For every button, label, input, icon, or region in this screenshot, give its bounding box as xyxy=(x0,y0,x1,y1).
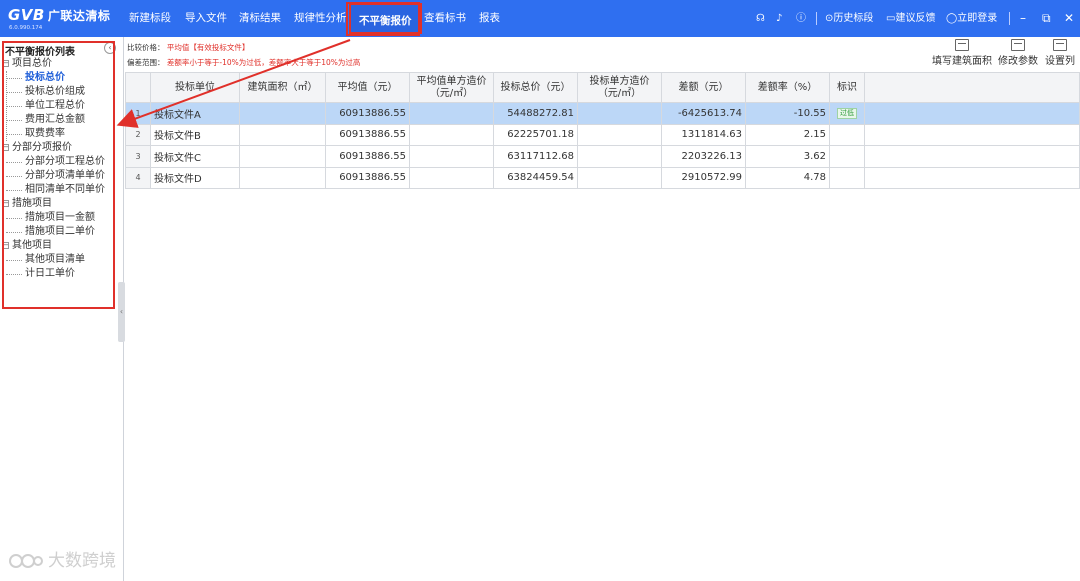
range-value: 差额率小于等于-10%为过低，差额率大于等于10%为过高 xyxy=(166,58,361,67)
bid-table: 投标单位 建筑面积（㎡） 平均值（元） 平均值单方造价（元/㎡） 投标总价（元）… xyxy=(125,72,1080,189)
logo-cn: 广联达清标 xyxy=(47,9,111,23)
main-panel: 比较价格： 平均值【有效投标文件】 偏差范围： 差额率小于等于-10%为过低，差… xyxy=(125,37,1080,581)
table-header-row: 投标单位 建筑面积（㎡） 平均值（元） 平均值单方造价（元/㎡） 投标总价（元）… xyxy=(125,72,1080,103)
modify-params-button[interactable]: 修改参数 xyxy=(998,39,1038,67)
compare-label: 比较价格： xyxy=(127,43,165,52)
compare-price-line: 比较价格： 平均值【有效投标文件】 xyxy=(127,42,249,53)
nav-clearance-result[interactable]: 清标结果 xyxy=(239,0,281,37)
feedback-label: 建议反馈 xyxy=(895,13,936,24)
status-badge: 过低 xyxy=(837,108,857,120)
col-header-diff[interactable]: 差额（元） xyxy=(661,72,746,103)
feedback-button[interactable]: ▭建议反馈 xyxy=(886,0,935,37)
nav-import-file[interactable]: 导入文件 xyxy=(185,0,227,37)
logo-text: GVB xyxy=(8,6,45,24)
deviation-range-line: 偏差范围： 差额率小于等于-10%为过低，差额率大于等于10%为过高 xyxy=(127,57,360,68)
history-section-button[interactable]: ⊙历史标段 xyxy=(825,0,873,37)
minimize-icon[interactable]: – xyxy=(1020,0,1026,37)
col-header-index xyxy=(125,72,151,103)
app-version: 6.0.990.174 xyxy=(9,25,43,31)
table-row[interactable]: 4 投标文件D 60913886.55 63824459.54 2910572.… xyxy=(125,166,1080,189)
top-nav-bar: GVB 广联达清标 6.0.990.174 新建标段 导入文件 清标结果 规律性分… xyxy=(0,0,1080,37)
fill-area-button[interactable]: 填写建筑面积 xyxy=(932,39,992,67)
nav-view-bid[interactable]: 查看标书 xyxy=(424,0,466,37)
col-header-filler xyxy=(864,72,1080,103)
nav-pattern-analysis[interactable]: 规律性分析 xyxy=(294,0,347,37)
col-header-flag[interactable]: 标识 xyxy=(829,72,865,103)
area-icon xyxy=(955,39,969,51)
watermark: 大数跨境 xyxy=(8,546,116,573)
table-row[interactable]: 2 投标文件B 60913886.55 62225701.18 1311814.… xyxy=(125,123,1080,146)
col-header-avg[interactable]: 平均值（元） xyxy=(325,72,410,103)
highlight-box-nav xyxy=(346,2,420,36)
close-icon[interactable]: ✕ xyxy=(1064,0,1074,37)
compare-value: 平均值【有效投标文件】 xyxy=(166,43,250,52)
info-icon[interactable]: ⓘ xyxy=(796,0,806,37)
set-columns-button[interactable]: 设置列 xyxy=(1045,39,1075,67)
history-label: 历史标段 xyxy=(833,13,874,24)
headset-icon[interactable]: ☊ xyxy=(756,0,765,37)
col-header-unit[interactable]: 投标单位 xyxy=(150,72,240,103)
table-row[interactable]: 1 投标文件A 60913886.55 54488272.81 -6425613… xyxy=(125,102,1080,125)
restore-icon[interactable]: ⧉ xyxy=(1042,0,1051,37)
login-label: 立即登录 xyxy=(957,13,998,24)
nav-report[interactable]: 报表 xyxy=(479,0,500,37)
params-icon xyxy=(1011,39,1025,51)
columns-icon xyxy=(1053,39,1067,51)
range-label: 偏差范围： xyxy=(127,58,165,67)
app-logo: GVB 广联达清标 6.0.990.174 xyxy=(8,6,124,32)
login-button[interactable]: ◯立即登录 xyxy=(946,0,997,37)
col-header-rate[interactable]: 差额率（%） xyxy=(745,72,830,103)
watermark-text: 大数跨境 xyxy=(48,551,116,571)
watermark-logo-icon xyxy=(9,554,43,568)
col-header-unit-cost[interactable]: 投标单方造价（元/㎡） xyxy=(577,72,662,103)
nav-new-section[interactable]: 新建标段 xyxy=(129,0,171,37)
col-header-avg-unit[interactable]: 平均值单方造价（元/㎡） xyxy=(409,72,494,103)
col-header-area[interactable]: 建筑面积（㎡） xyxy=(239,72,326,103)
highlight-box-sidebar xyxy=(2,41,115,309)
bell-icon[interactable]: ♪ xyxy=(776,0,782,37)
col-header-total[interactable]: 投标总价（元） xyxy=(493,72,578,103)
table-row[interactable]: 3 投标文件C 60913886.55 63117112.68 2203226.… xyxy=(125,145,1080,168)
splitter-handle[interactable]: ‹ xyxy=(118,282,125,342)
